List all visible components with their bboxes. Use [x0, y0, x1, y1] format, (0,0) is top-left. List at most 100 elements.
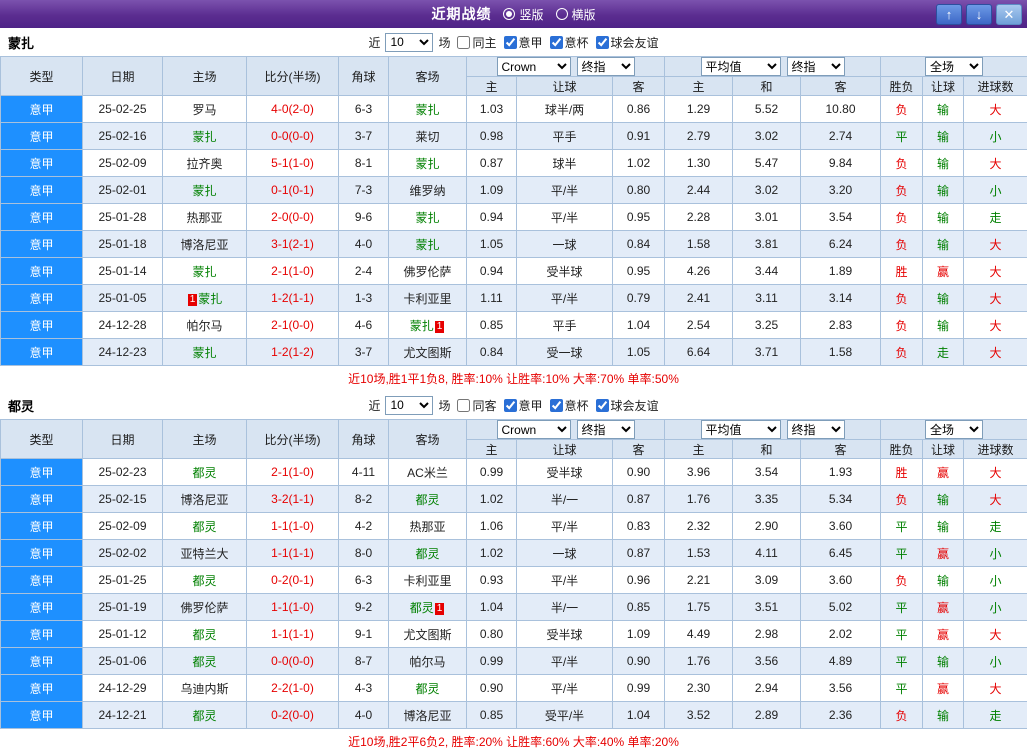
league-cell: 意甲 — [1, 621, 83, 648]
match-count-select[interactable]: 10 — [385, 396, 433, 415]
home-team-cell: 都灵 — [163, 702, 247, 729]
home-team-cell: 佛罗伦萨 — [163, 594, 247, 621]
league-cell: 意甲 — [1, 702, 83, 729]
corner-score-cell: 4-0 — [339, 702, 389, 729]
euro-away-odds-cell: 5.02 — [801, 594, 881, 621]
date-cell: 25-01-25 — [83, 567, 163, 594]
score-cell: 3-1(2-1) — [247, 231, 339, 258]
handicap-result-cell: 输 — [923, 96, 964, 123]
win-draw-loss-cell: 负 — [881, 204, 923, 231]
same-venue-filter[interactable]: 同主 — [452, 34, 496, 51]
same-venue-filter[interactable]: 同客 — [452, 397, 496, 414]
corner-score-cell: 8-7 — [339, 648, 389, 675]
score-cell: 1-1(1-1) — [247, 540, 339, 567]
club-friendly-checkbox[interactable] — [596, 36, 609, 49]
asian-final-odds-select[interactable]: 终指 — [577, 57, 635, 76]
home-team-cell: 蒙扎 — [163, 339, 247, 366]
league-cell: 意甲 — [1, 150, 83, 177]
asian-final-odds-select[interactable]: 终指 — [577, 420, 635, 439]
win-draw-loss-cell: 负 — [881, 702, 923, 729]
euro-away-odds-cell: 6.45 — [801, 540, 881, 567]
away-team-cell: 尤文图斯 — [389, 339, 467, 366]
corner-score-cell: 3-7 — [339, 339, 389, 366]
win-draw-loss-cell: 平 — [881, 594, 923, 621]
league-cell: 意甲 — [1, 486, 83, 513]
date-cell: 24-12-28 — [83, 312, 163, 339]
corner-score-cell: 4-0 — [339, 231, 389, 258]
handicap-cell: 平/半 — [517, 675, 613, 702]
filter-club-friendly[interactable]: 球会友谊 — [591, 397, 659, 414]
club-friendly-label: 球会友谊 — [611, 34, 659, 51]
league-cell: 意甲 — [1, 177, 83, 204]
filters: 近 10 场 同主 意甲 意杯 球 — [368, 33, 658, 52]
team-name: 蒙扎 — [192, 184, 216, 198]
subcol-euro-away: 客 — [801, 440, 881, 459]
handicap-cell: 球半 — [517, 150, 613, 177]
col-header-date: 日期 — [83, 420, 163, 459]
radio-horizontal-icon — [556, 8, 568, 20]
layout-radio-vertical[interactable]: 竖版 — [503, 6, 543, 23]
same-venue-label: 同客 — [472, 397, 496, 414]
asian-away-odds-cell: 0.85 — [613, 594, 665, 621]
bookmaker-select[interactable]: Crown — [497, 420, 571, 439]
subcol-goals: 进球数 — [964, 77, 1027, 96]
euro-final-odds-select[interactable]: 终指 — [787, 420, 845, 439]
club-friendly-checkbox[interactable] — [596, 399, 609, 412]
euro-draw-odds-cell: 3.56 — [733, 648, 801, 675]
team-name: 罗马 — [192, 103, 216, 117]
date-cell: 24-12-21 — [83, 702, 163, 729]
league-cell: 意甲 — [1, 312, 83, 339]
full-match-select[interactable]: 全场 — [925, 420, 983, 439]
full-match-select[interactable]: 全场 — [925, 57, 983, 76]
same-venue-checkbox[interactable] — [457, 36, 470, 49]
away-team-cell: 尤文图斯 — [389, 621, 467, 648]
score-cell: 1-2(1-2) — [247, 339, 339, 366]
euro-draw-odds-cell: 2.90 — [733, 513, 801, 540]
scroll-down-button[interactable]: ↓ — [966, 4, 992, 25]
goals-result-cell: 大 — [964, 621, 1027, 648]
handicap-cell: 平手 — [517, 312, 613, 339]
italy-cup-checkbox[interactable] — [550, 36, 563, 49]
euro-final-odds-select[interactable]: 终指 — [787, 57, 845, 76]
average-odds-select[interactable]: 平均值 — [701, 420, 781, 439]
euro-draw-odds-cell: 3.71 — [733, 339, 801, 366]
home-team-cell: 蒙扎 — [163, 177, 247, 204]
win-draw-loss-cell: 平 — [881, 648, 923, 675]
close-button[interactable]: ✕ — [996, 4, 1022, 25]
match-row: 意甲25-01-19佛罗伦萨1-1(1-0)9-2都灵11.04半/一0.851… — [1, 594, 1027, 621]
away-team-cell: 卡利亚里 — [389, 285, 467, 312]
filter-serie-a[interactable]: 意甲 — [499, 397, 543, 414]
scroll-up-button[interactable]: ↑ — [936, 4, 962, 25]
radio-vertical-label: 竖版 — [519, 6, 543, 23]
filter-italy-cup[interactable]: 意杯 — [545, 34, 589, 51]
date-cell: 25-01-05 — [83, 285, 163, 312]
score-cell: 1-1(1-0) — [247, 513, 339, 540]
bookmaker-select[interactable]: Crown — [497, 57, 571, 76]
asian-home-odds-cell: 1.04 — [467, 594, 517, 621]
italy-cup-checkbox[interactable] — [550, 399, 563, 412]
average-odds-select[interactable]: 平均值 — [701, 57, 781, 76]
subcol-handicap: 让球 — [517, 440, 613, 459]
date-cell: 25-02-02 — [83, 540, 163, 567]
subcol-euro-draw: 和 — [733, 440, 801, 459]
handicap-cell: 受一球 — [517, 339, 613, 366]
goals-result-cell: 大 — [964, 675, 1027, 702]
red-card-badge: 1 — [435, 321, 445, 333]
layout-radio-horizontal[interactable]: 横版 — [556, 6, 596, 23]
asian-away-odds-cell: 0.84 — [613, 231, 665, 258]
match-count-select[interactable]: 10 — [385, 33, 433, 52]
date-cell: 24-12-23 — [83, 339, 163, 366]
euro-draw-odds-cell: 2.98 — [733, 621, 801, 648]
filter-club-friendly[interactable]: 球会友谊 — [591, 34, 659, 51]
subcol-asian-away: 客 — [613, 440, 665, 459]
match-row: 意甲24-12-29乌迪内斯2-2(1-0)4-3都灵0.90平/半0.992.… — [1, 675, 1027, 702]
same-venue-checkbox[interactable] — [457, 399, 470, 412]
serie-a-checkbox[interactable] — [504, 36, 517, 49]
titlebar-buttons: ↑ ↓ ✕ — [936, 4, 1022, 25]
same-venue-label: 同主 — [472, 34, 496, 51]
corner-score-cell: 8-2 — [339, 486, 389, 513]
serie-a-checkbox[interactable] — [504, 399, 517, 412]
filter-italy-cup[interactable]: 意杯 — [545, 397, 589, 414]
euro-home-odds-cell: 6.64 — [665, 339, 733, 366]
filter-serie-a[interactable]: 意甲 — [499, 34, 543, 51]
